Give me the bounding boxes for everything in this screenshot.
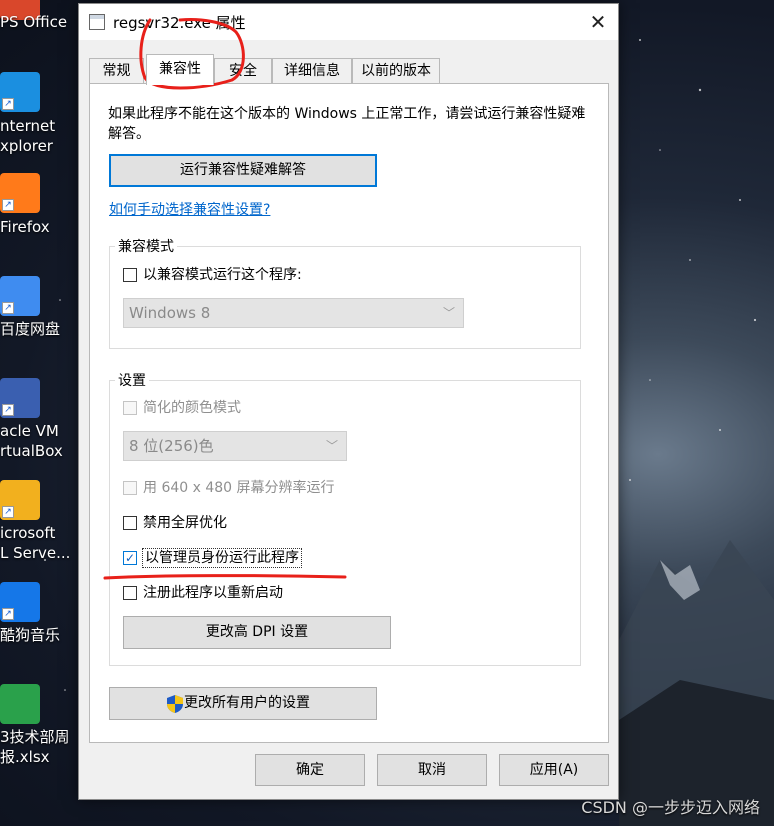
red-annotation-marks xyxy=(103,18,347,580)
watermark-text: CSDN @一步步迈入网络 xyxy=(581,798,760,817)
tab-compatibility[interactable]: 兼容性 xyxy=(146,54,214,85)
